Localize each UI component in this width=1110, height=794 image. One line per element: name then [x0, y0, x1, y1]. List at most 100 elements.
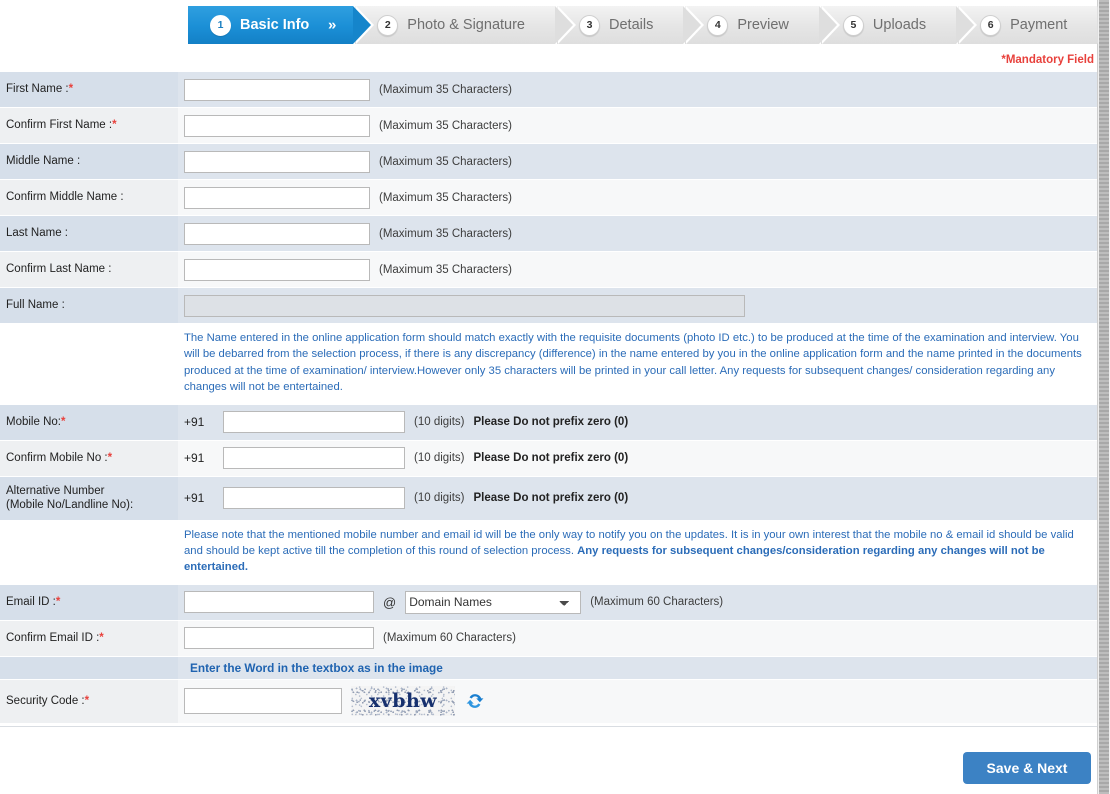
step-number-badge: 2: [377, 14, 399, 36]
label-text: Confirm Mobile No :: [6, 451, 108, 464]
confirm-mobile-warning: Please Do not prefix zero (0): [473, 452, 629, 464]
label-text: Confirm First Name :: [6, 119, 113, 132]
step-number-badge: 4: [707, 14, 729, 36]
label-confirm-last-name: Confirm Last Name :: [0, 251, 178, 288]
form-row-confirm-first-name: Confirm First Name :* (Maximum 35 Charac…: [0, 107, 1098, 144]
first-name-hint: (Maximum 35 Characters): [379, 83, 512, 96]
form-bottom-divider: [0, 726, 1098, 727]
wizard-step-payment[interactable]: 6 Payment: [958, 6, 1098, 44]
label-text: Security Code :: [6, 695, 85, 708]
form-row-email: Email ID :* @ Domain Names (Maximum 60 C…: [0, 583, 1098, 621]
required-asterisk: *: [112, 119, 117, 132]
wizard-step-photo-signature[interactable]: 2 Photo & Signature: [355, 6, 576, 44]
required-asterisk: *: [60, 415, 66, 428]
form-row-confirm-middle-name: Confirm Middle Name : (Maximum 35 Charac…: [0, 179, 1098, 216]
step-label: Photo & Signature: [407, 17, 525, 33]
confirm-middle-name-hint: (Maximum 35 Characters): [379, 191, 512, 204]
label-confirm-email: Confirm Email ID :*: [0, 619, 178, 657]
form-row-full-name: Full Name :: [0, 287, 1098, 324]
basic-info-form: First Name :* (Maximum 35 Characters) Co…: [0, 71, 1098, 724]
label-mobile: Mobile No:*: [0, 403, 178, 440]
country-code-prefix: +91: [184, 451, 205, 465]
label-text: Mobile No:: [6, 415, 61, 428]
required-asterisk: *: [68, 83, 74, 96]
full-name-input: [184, 294, 745, 317]
step-number-badge: 1: [210, 14, 231, 36]
confirm-email-hint: (Maximum 60 Characters): [383, 632, 516, 645]
country-code-prefix: +91: [184, 491, 205, 505]
scrollbar-thumb[interactable]: [1099, 0, 1109, 794]
form-footer: Save & Next: [0, 736, 1098, 794]
form-row-confirm-mobile: Confirm Mobile No :* +91 (10 digits) Ple…: [0, 439, 1098, 476]
form-row-confirm-last-name: Confirm Last Name : (Maximum 35 Characte…: [0, 251, 1098, 288]
label-alternative-number: Alternative Number (Mobile No/Landline N…: [0, 475, 178, 520]
first-name-input[interactable]: [184, 78, 370, 101]
email-domain-select[interactable]: Domain Names: [405, 590, 582, 614]
label-text: Confirm Email ID :: [6, 631, 100, 644]
application-form-page: 1 Basic Info » 2 Photo & Signature 3 Det…: [0, 0, 1110, 794]
form-row-confirm-email: Confirm Email ID :* (Maximum 60 Characte…: [0, 619, 1098, 657]
mandatory-field-note: *Mandatory Field: [1001, 54, 1094, 66]
label-text-line1: Alternative Number: [6, 484, 105, 497]
mandatory-note-row: *Mandatory Field: [0, 49, 1098, 71]
mobile-input[interactable]: [223, 411, 405, 433]
confirm-mobile-input[interactable]: [223, 447, 405, 469]
alternative-number-input[interactable]: [223, 487, 405, 509]
label-first-name: First Name :*: [0, 71, 178, 108]
label-confirm-middle-name: Confirm Middle Name :: [0, 179, 178, 216]
alternative-number-warning: Please Do not prefix zero (0): [473, 492, 629, 504]
page-content: 1 Basic Info » 2 Photo & Signature 3 Det…: [0, 0, 1098, 794]
step-label: Payment: [1010, 17, 1068, 33]
country-code-prefix: +91: [184, 415, 205, 429]
required-asterisk: *: [84, 695, 90, 708]
confirm-first-name-input[interactable]: [184, 114, 370, 137]
label-full-name: Full Name :: [0, 287, 178, 324]
confirm-first-name-hint: (Maximum 35 Characters): [379, 119, 512, 132]
captcha-instruction: Enter the Word in the textbox as in the …: [190, 660, 443, 675]
captcha-image: xvbhw: [351, 686, 455, 717]
label-text: First Name :: [6, 83, 69, 96]
confirm-mobile-hint: (10 digits): [414, 452, 465, 464]
save-and-next-button[interactable]: Save & Next: [963, 752, 1091, 784]
step-number-badge: 6: [980, 14, 1002, 36]
step-wizard: 1 Basic Info » 2 Photo & Signature 3 Det…: [0, 0, 1098, 49]
confirm-email-input[interactable]: [184, 627, 374, 650]
form-row-captcha-instruction: Enter the Word in the textbox as in the …: [0, 655, 1098, 680]
chevron-right-icon: »: [327, 16, 337, 34]
label-security-code: Security Code :*: [0, 678, 178, 724]
email-hint: (Maximum 60 Characters): [590, 596, 724, 609]
middle-name-hint: (Maximum 35 Characters): [379, 155, 512, 168]
label-middle-name: Middle Name :: [0, 143, 178, 180]
confirm-last-name-input[interactable]: [184, 258, 370, 281]
last-name-hint: (Maximum 35 Characters): [379, 227, 512, 240]
at-symbol-icon: @: [383, 594, 397, 610]
label-last-name: Last Name :: [0, 215, 178, 252]
alternative-number-hint: (10 digits): [414, 492, 465, 504]
step-label: Details: [609, 17, 654, 33]
middle-name-input[interactable]: [184, 150, 370, 173]
label-confirm-mobile: Confirm Mobile No :*: [0, 439, 178, 476]
email-input[interactable]: [184, 591, 374, 614]
refresh-captcha-icon[interactable]: [464, 690, 486, 712]
wizard-step-preview[interactable]: 4 Preview: [685, 6, 840, 44]
page-scrollbar[interactable]: [1097, 0, 1110, 794]
form-row-mobile: Mobile No:* +91 (10 digits) Please Do no…: [0, 403, 1098, 440]
label-text-line2: (Mobile No/Landline No):: [6, 499, 134, 511]
step-label: Uploads: [872, 17, 927, 33]
wizard-step-basic-info[interactable]: 1 Basic Info »: [188, 6, 375, 44]
step-label: Basic Info: [240, 17, 310, 33]
confirm-middle-name-input[interactable]: [184, 186, 370, 209]
form-row-last-name: Last Name : (Maximum 35 Characters): [0, 215, 1098, 252]
required-asterisk: *: [99, 631, 104, 644]
confirm-last-name-hint: (Maximum 35 Characters): [379, 263, 512, 276]
last-name-input[interactable]: [184, 222, 370, 245]
security-code-input[interactable]: [184, 688, 342, 715]
form-row-first-name: First Name :* (Maximum 35 Characters): [0, 71, 1098, 108]
required-asterisk: *: [107, 451, 113, 464]
step-number-badge: 5: [842, 14, 864, 36]
form-row-name-note: The Name entered in the online applicati…: [0, 323, 1098, 404]
form-row-security-code: Security Code :* xvbhw: [0, 678, 1098, 724]
step-number-badge: 3: [579, 14, 600, 36]
wizard-step-uploads[interactable]: 5 Uploads: [820, 6, 978, 44]
contact-disclaimer-note: Please note that the mentioned mobile nu…: [178, 519, 1098, 585]
